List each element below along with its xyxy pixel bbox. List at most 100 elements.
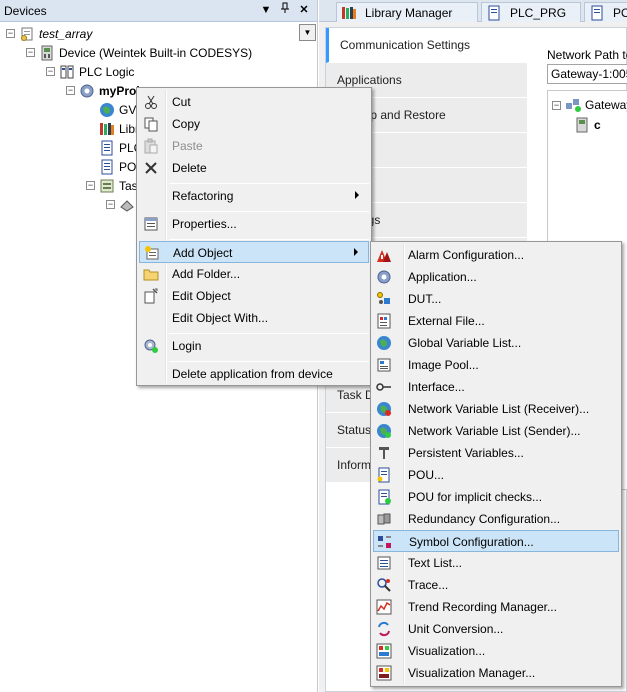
- paste-icon: [143, 138, 159, 154]
- submenu-item-pou[interactable]: POU...: [373, 464, 619, 486]
- menu-label: Image Pool...: [408, 358, 479, 372]
- scissors-icon: [143, 94, 159, 110]
- submenu-item-trace[interactable]: Trace...: [373, 574, 619, 596]
- submenu-item-interface[interactable]: Interface...: [373, 376, 619, 398]
- gateway-node[interactable]: − Gateway: [552, 97, 627, 113]
- pou-checks-icon: [376, 489, 392, 505]
- menu-item-properties[interactable]: Properties...: [139, 213, 369, 235]
- tree-dropdown-button[interactable]: ▼: [299, 24, 316, 41]
- tab-library-manager[interactable]: Library Manager: [336, 2, 478, 22]
- menu-separator: [169, 361, 369, 362]
- settings-item-communication[interactable]: Communication Settings: [326, 28, 527, 63]
- submenu-item-external-file[interactable]: External File...: [373, 310, 619, 332]
- network-path-label: Network Path to: [547, 48, 627, 62]
- submenu-item-alarm-configuration[interactable]: Alarm Configuration...: [373, 244, 619, 266]
- collapse-icon[interactable]: −: [86, 181, 95, 190]
- menu-item-login[interactable]: Login: [139, 335, 369, 357]
- submenu-arrow-icon: [354, 248, 358, 256]
- tree-item-task-config[interactable]: − Tas: [86, 176, 138, 195]
- application-gear-icon: [376, 269, 392, 285]
- submenu-item-redundancy-configuration[interactable]: Redundancy Configuration...: [373, 508, 619, 530]
- collapse-icon[interactable]: −: [46, 67, 55, 76]
- submenu-item-symbol-configuration[interactable]: Symbol Configuration...: [373, 530, 619, 552]
- tab-label: POU: [613, 5, 627, 20]
- collapse-icon[interactable]: −: [6, 29, 15, 38]
- library-icon: [99, 121, 115, 137]
- persistent-icon: [376, 445, 392, 461]
- collapse-icon[interactable]: −: [66, 86, 75, 95]
- task-config-icon: [99, 178, 115, 194]
- submenu-item-nvl-sender[interactable]: Network Variable List (Sender)...: [373, 420, 619, 442]
- tab-plc-prg[interactable]: PLC_PRG: [481, 2, 581, 22]
- menu-item-edit-object-with[interactable]: Edit Object With...: [139, 307, 369, 329]
- close-icon[interactable]: ✕: [296, 2, 312, 18]
- visualization-icon: [376, 643, 392, 659]
- collapse-icon[interactable]: −: [26, 48, 35, 57]
- folder-icon: [143, 266, 159, 282]
- submenu-item-global-variable-list[interactable]: Global Variable List...: [373, 332, 619, 354]
- menu-label: Visualization Manager...: [408, 666, 536, 680]
- delete-x-icon: [143, 160, 159, 176]
- submenu-item-text-list[interactable]: Text List...: [373, 552, 619, 574]
- collapse-icon[interactable]: −: [106, 200, 115, 209]
- trace-icon: [376, 577, 392, 593]
- menu-item-add-folder[interactable]: Add Folder...: [139, 263, 369, 285]
- menu-separator: [169, 333, 369, 334]
- tree-item-device[interactable]: − Device (Weintek Built-in CODESYS): [26, 43, 252, 62]
- submenu-item-persistent-variables[interactable]: Persistent Variables...: [373, 442, 619, 464]
- menu-item-add-object[interactable]: Add Object: [139, 241, 369, 263]
- menu-item-copy[interactable]: Copy: [139, 113, 369, 135]
- menu-label: Network Variable List (Receiver)...: [408, 402, 590, 416]
- pou-document-icon: [99, 140, 115, 156]
- library-icon: [341, 5, 357, 21]
- network-path-input[interactable]: Gateway-1:0050: [547, 64, 627, 84]
- submenu-item-visualization[interactable]: Visualization...: [373, 640, 619, 662]
- submenu-item-visualization-manager[interactable]: Visualization Manager...: [373, 662, 619, 684]
- menu-item-paste[interactable]: Paste: [139, 135, 369, 157]
- submenu-arrow-icon: [355, 191, 359, 199]
- submenu-item-nvl-receiver[interactable]: Network Variable List (Receiver)...: [373, 398, 619, 420]
- submenu-item-application[interactable]: Application...: [373, 266, 619, 288]
- tree-label-task-config: Tas: [119, 178, 138, 193]
- menu-item-delete[interactable]: Delete: [139, 157, 369, 179]
- submenu-item-trend-recording-manager[interactable]: Trend Recording Manager...: [373, 596, 619, 618]
- menu-label: Visualization...: [408, 644, 486, 658]
- tree-item-task[interactable]: −: [106, 195, 139, 214]
- pin-icon[interactable]: [277, 2, 293, 18]
- redundancy-icon: [376, 511, 392, 527]
- menu-item-edit-object[interactable]: Edit Object: [139, 285, 369, 307]
- menu-label: Trace...: [408, 578, 449, 592]
- tab-pou[interactable]: POU: [584, 2, 627, 22]
- collapse-icon[interactable]: −: [552, 100, 561, 110]
- submenu-item-pou-implicit-checks[interactable]: POU for implicit checks...: [373, 486, 619, 508]
- panel-dropdown-icon[interactable]: ▼: [258, 2, 274, 18]
- tree-label-project: test_array: [39, 26, 93, 41]
- globe-icon: [99, 102, 115, 118]
- tree-item-plc-logic[interactable]: − PLC Logic: [46, 62, 134, 81]
- submenu-item-image-pool[interactable]: Image Pool...: [373, 354, 619, 376]
- tab-label: Library Manager: [365, 5, 453, 20]
- gateway-icon: [565, 97, 581, 113]
- menu-item-refactoring[interactable]: Refactoring: [139, 185, 369, 207]
- menu-label: Interface...: [408, 380, 465, 394]
- network-sender-icon: [376, 423, 392, 439]
- menu-label: Text List...: [408, 556, 463, 570]
- menu-separator: [169, 183, 369, 184]
- tree-label-device: Device (Weintek Built-in CODESYS): [59, 45, 253, 60]
- menu-item-cut[interactable]: Cut: [139, 91, 369, 113]
- add-object-submenu: Alarm Configuration... Application... DU…: [370, 241, 622, 687]
- submenu-item-unit-conversion[interactable]: Unit Conversion...: [373, 618, 619, 640]
- menu-label: Edit Object: [172, 289, 231, 303]
- tree-item-library[interactable]: Libr: [99, 119, 139, 138]
- device-node-label: c: [594, 118, 601, 132]
- device-node[interactable]: c: [574, 117, 601, 133]
- tree-item-project[interactable]: − test_array: [6, 24, 92, 43]
- application-gear-icon: [79, 83, 95, 99]
- menu-label: External File...: [408, 314, 485, 328]
- menu-label: POU...: [408, 468, 445, 482]
- device-icon: [39, 45, 55, 61]
- menu-label: Global Variable List...: [408, 336, 522, 350]
- menu-item-delete-application[interactable]: Delete application from device: [139, 363, 369, 385]
- submenu-item-dut[interactable]: DUT...: [373, 288, 619, 310]
- menu-label: POU for implicit checks...: [408, 490, 543, 504]
